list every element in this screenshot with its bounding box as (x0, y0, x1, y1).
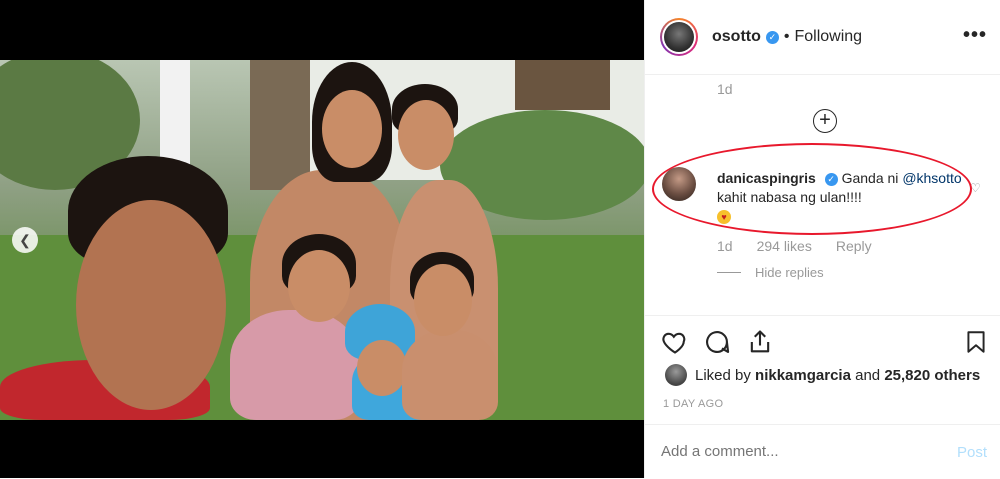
comment-text: danicaspingris ✓ Ganda ni @khsotto kahit… (717, 169, 967, 226)
post-date: 1 DAY AGO (663, 398, 724, 410)
following-button[interactable]: Following (794, 28, 862, 46)
comment-age: 1d (717, 238, 733, 254)
post-media: ❮ (0, 0, 644, 478)
photo-face-girl (288, 250, 350, 322)
more-icon[interactable]: ••• (963, 24, 987, 47)
post-button[interactable]: Post (957, 444, 987, 461)
comment-meta: 1d 294 likes Reply (717, 238, 872, 254)
commenter-avatar[interactable] (662, 167, 696, 201)
share-icon[interactable] (746, 328, 774, 356)
heart-eyes-emoji-icon: ♥ (717, 210, 731, 225)
photo-door (250, 60, 310, 190)
post-header: osotto ✓ • Following ••• (645, 0, 1000, 75)
post-details-panel: osotto ✓ • Following ••• 1d + danicaspin… (644, 0, 1000, 478)
comments-section[interactable]: 1d + danicaspingris ✓ Ganda ni @khsotto … (645, 75, 1000, 315)
post-photo (0, 60, 644, 420)
verified-icon: ✓ (765, 30, 779, 44)
add-comment-bar: Post (645, 424, 1000, 479)
username-link[interactable]: osotto (712, 28, 761, 46)
photo-face-toddler (357, 340, 407, 396)
hide-replies-line (717, 272, 741, 273)
avatar-image (664, 22, 694, 52)
reply-button[interactable]: Reply (836, 238, 872, 254)
separator-dot: • (783, 28, 790, 45)
liker-username[interactable]: nikkamgarcia (755, 367, 851, 384)
photo-face-man (76, 200, 226, 410)
comment-body-start: Ganda ni (841, 170, 899, 186)
photo-person-small-boy (402, 330, 498, 420)
comment-input[interactable] (661, 443, 911, 460)
mention-link[interactable]: @khsotto (902, 170, 961, 186)
hide-replies-label: Hide replies (755, 265, 824, 280)
likes-count-link[interactable]: 25,820 others (884, 367, 980, 384)
avatar[interactable] (660, 18, 698, 56)
liked-by-prefix: Liked by (695, 366, 751, 384)
photo-face-woman (322, 90, 382, 168)
comment-time: 1d (717, 81, 733, 97)
bookmark-icon[interactable] (963, 328, 989, 356)
photo-window (515, 60, 610, 110)
photo-face-small-boy (414, 264, 472, 336)
liked-by: Liked by nikkamgarcia and 25,820 others (665, 364, 980, 386)
verified-icon: ✓ (824, 172, 838, 186)
photo-person-girl (230, 310, 360, 420)
comment-like-heart-icon[interactable]: ♡ (970, 181, 981, 195)
commenter-username[interactable]: danicaspingris (717, 170, 816, 186)
chevron-left-icon: ❮ (19, 231, 31, 248)
hide-replies-button[interactable]: Hide replies (717, 265, 824, 280)
action-bar (645, 315, 1000, 366)
previous-image-button[interactable]: ❮ (12, 227, 38, 253)
liker-avatar[interactable] (665, 364, 687, 386)
comment-likes-count[interactable]: 294 likes (757, 238, 812, 254)
liked-by-and: and (855, 366, 881, 384)
comment-icon[interactable] (703, 328, 731, 356)
add-circle-icon[interactable]: + (813, 109, 837, 133)
heart-icon[interactable] (661, 328, 689, 356)
comment-body-end: kahit nabasa ng ulan!!!! (717, 189, 862, 205)
photo-face-boy (398, 100, 454, 170)
